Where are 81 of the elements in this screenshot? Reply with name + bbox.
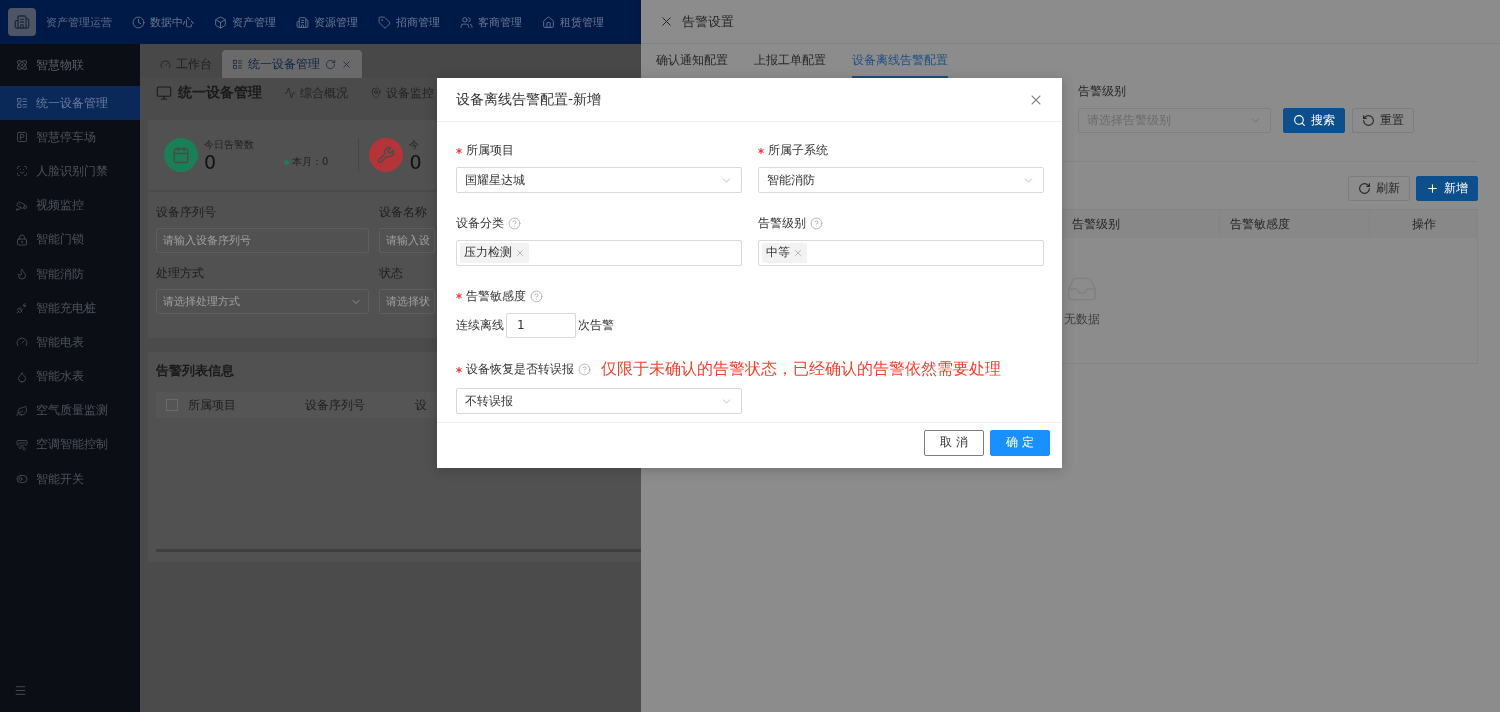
sidebar-item[interactable]: 智能门锁	[0, 222, 140, 257]
sidebar-item[interactable]: 空调智能控制	[0, 427, 140, 463]
tab-icon	[232, 58, 243, 70]
refresh-icon	[1358, 182, 1371, 195]
plus-icon	[1426, 182, 1439, 195]
column-header: 告警敏感度	[1219, 210, 1369, 238]
drawer-title: 告警设置	[682, 12, 734, 31]
collapse-icon	[14, 684, 27, 697]
nav-icon	[378, 15, 391, 29]
sidebar-item[interactable]: 人脸识别门禁	[0, 154, 140, 189]
field-label: 设备分类	[456, 214, 504, 232]
sidebar-item[interactable]: 统一设备管理	[0, 86, 140, 121]
sidebar-item[interactable]: 智能电表	[0, 325, 140, 360]
monitor-icon	[156, 85, 172, 101]
select-field[interactable]: 国耀星达城	[456, 167, 742, 193]
sidebar-item[interactable]: 智能消防	[0, 256, 140, 292]
field-label: 所属项目	[466, 142, 514, 159]
input-field[interactable]: 请输入设备序列号	[156, 228, 369, 253]
nav-item[interactable]: 资产管理	[214, 14, 276, 30]
toolbar-button[interactable]: 新增	[1416, 176, 1478, 201]
nav-item[interactable]: 数据中心	[132, 14, 194, 30]
stat-value: 0	[204, 152, 218, 172]
sidebar-item[interactable]: 智能充电桩	[0, 291, 140, 326]
empty-text: 无数据	[1064, 311, 1100, 328]
page-tab[interactable]: 统一设备管理	[222, 50, 362, 78]
prefix-text: 连续离线	[456, 316, 504, 334]
field-label: 告警级别	[758, 214, 806, 232]
sidebar-item[interactable]: 智能开关	[0, 462, 140, 497]
brand-name: 资产管理运营	[46, 14, 112, 30]
sidebar-item[interactable]: 空气质量监测	[0, 393, 140, 428]
config-tab[interactable]: 确认通知配置	[656, 44, 728, 78]
select-field[interactable]: 智能消防	[758, 167, 1044, 193]
close-icon	[341, 58, 352, 70]
logo-icon	[8, 8, 36, 36]
field-label: 所属子系统	[768, 142, 828, 159]
note-text: 仅限于未确认的告警状态，已经确认的告警依然需要处理	[601, 359, 1001, 381]
reload-icon	[325, 58, 336, 70]
input-field[interactable]: 请输入设	[379, 228, 435, 253]
filter-button[interactable]: 搜索	[1283, 108, 1345, 133]
toolbar-button[interactable]: 刷新	[1348, 176, 1410, 201]
nav-item[interactable]: 资源管理	[296, 14, 358, 30]
config-tab[interactable]: 上报工单配置	[754, 44, 826, 78]
nav-item[interactable]: 客商管理	[460, 14, 522, 30]
select-field[interactable]: 不转误报	[456, 388, 742, 415]
nav-icon	[214, 15, 227, 29]
nav-icon	[296, 15, 309, 29]
field-label: 设备恢复是否转误报	[466, 361, 574, 379]
subnav-icon	[284, 87, 296, 99]
column-header: 操作	[1369, 210, 1477, 238]
select-field[interactable]: 请选择处理方式	[156, 289, 369, 314]
number-input[interactable]: 1	[506, 312, 576, 338]
filter-label: 告警级别	[1078, 83, 1127, 100]
subnav-icon	[370, 87, 382, 99]
remove-icon	[515, 247, 525, 258]
nav-icon	[542, 15, 555, 29]
close-icon	[659, 14, 674, 29]
search-icon	[1293, 114, 1306, 127]
sidebar-group[interactable]: 智慧物联	[0, 44, 140, 86]
filter-button[interactable]: 重置	[1352, 108, 1414, 133]
dialog-title: 设备离线告警配置-新增	[456, 90, 602, 109]
select-field[interactable]: 请选择状	[379, 289, 435, 314]
selected-tag: 压力检测	[460, 242, 529, 263]
tag-select-field[interactable]: 中等	[758, 239, 1044, 266]
selected-tag: 中等	[762, 242, 807, 263]
field-label: 告警敏感度	[466, 287, 526, 305]
nav-item[interactable]: 租赁管理	[542, 14, 604, 30]
stat-value: 0	[409, 152, 422, 172]
tab-icon	[160, 58, 171, 70]
sidebar-item[interactable]: 智慧停车场	[0, 120, 140, 155]
tag-select-field[interactable]: 压力检测	[456, 239, 742, 266]
nav-icon	[460, 15, 473, 29]
nav-icon	[132, 15, 145, 29]
sidebar-item[interactable]: 智能水表	[0, 359, 140, 394]
suffix-text: 次告警	[578, 316, 614, 334]
sidebar-item[interactable]: 视频监控	[0, 188, 140, 223]
reset-icon	[1362, 114, 1375, 127]
dialog-button[interactable]: 取 消	[924, 429, 985, 456]
atom-icon	[16, 59, 28, 71]
dialog-button[interactable]: 确 定	[990, 429, 1050, 456]
remove-icon	[793, 247, 803, 258]
nav-item[interactable]: 招商管理	[378, 14, 440, 30]
